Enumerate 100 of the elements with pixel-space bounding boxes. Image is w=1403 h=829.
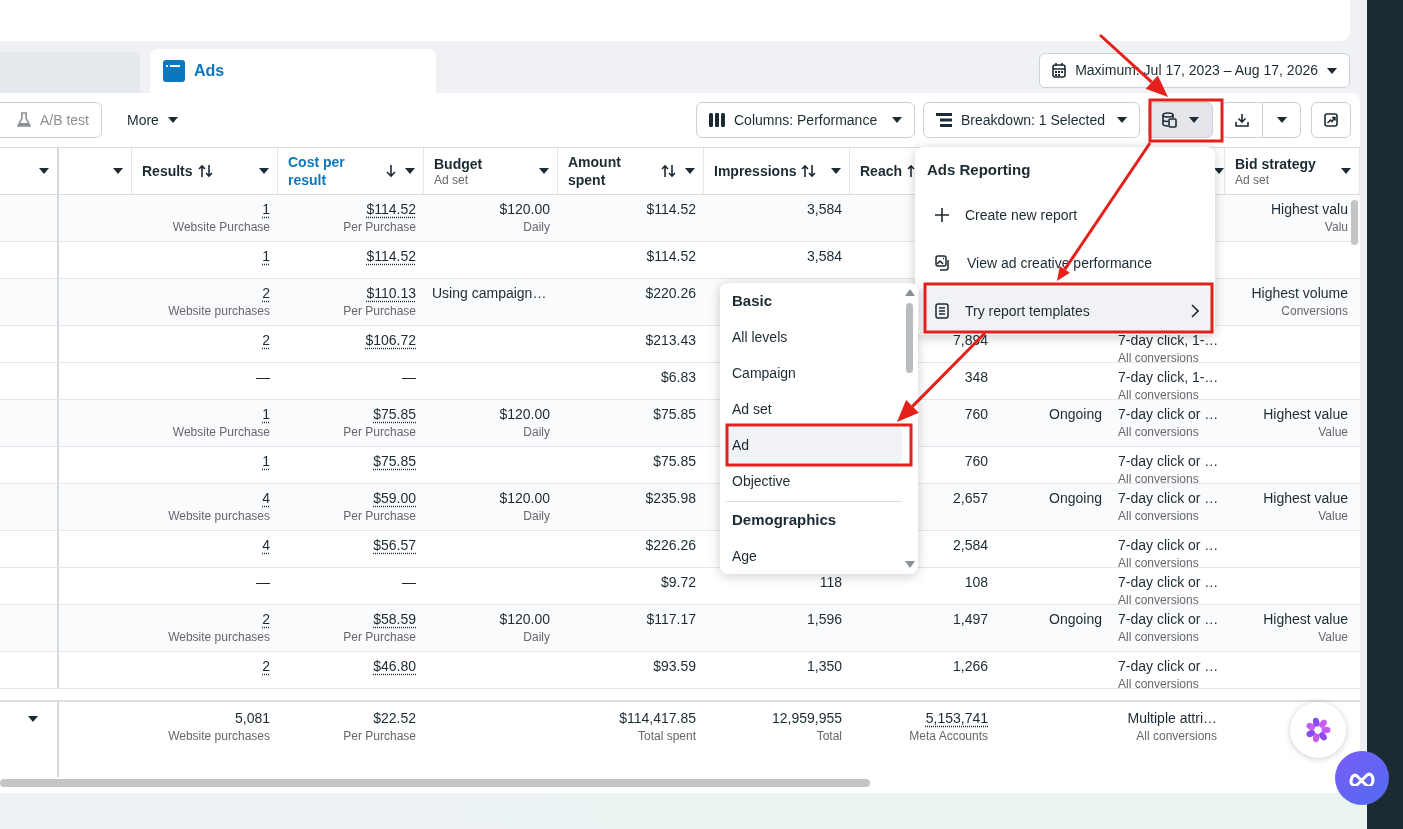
cell-value: $58.59 — [373, 610, 416, 629]
cell-value: 2 — [262, 331, 270, 350]
cell-label: Value — [1317, 425, 1348, 440]
cell-label: Website purchases — [167, 304, 270, 319]
cell-value: $114.52 — [366, 200, 416, 219]
cell-label: All conversions — [1118, 425, 1200, 440]
cell-label: All conversions — [1118, 630, 1200, 645]
total-label: Meta Accounts — [908, 729, 988, 744]
breakdown-button[interactable]: Breakdown: 1 Selected — [923, 102, 1140, 138]
column-header[interactable]: Budget — [434, 155, 483, 173]
total-label: Total spent — [636, 729, 696, 744]
cell-value: $114.52 — [646, 200, 696, 219]
ads-tab[interactable]: Ads — [150, 49, 436, 93]
cell-label: All conversions — [1118, 593, 1200, 604]
cell-value: 4 — [262, 489, 270, 508]
cell-value: $120.00 — [499, 200, 550, 219]
cell-label: Valu — [1323, 220, 1348, 235]
cell-value: 1,266 — [952, 657, 988, 676]
cell-value: $235.98 — [645, 489, 696, 508]
menu-item[interactable]: All levels — [726, 319, 902, 355]
cell-label: Daily — [522, 220, 550, 235]
cell-value: $75.85 — [373, 452, 416, 471]
total-value: Multiple attri… — [1127, 709, 1217, 728]
cell-value: 7-day click, 1-… — [1118, 368, 1219, 387]
cell-value: $120.00 — [499, 489, 550, 508]
cell-value: $226.26 — [645, 536, 696, 555]
column-header[interactable]: Results — [142, 162, 193, 180]
cell-value: $120.00 — [499, 610, 550, 629]
menu-item[interactable]: Campaign — [726, 355, 902, 391]
cell-value: 7-day click or … — [1118, 610, 1219, 629]
cell-value: 7-day click or … — [1118, 452, 1219, 471]
cell-value: 3,584 — [806, 247, 842, 266]
menu-item[interactable]: Age — [726, 538, 902, 574]
cell-value: 2 — [262, 610, 270, 629]
cell-value: 348 — [964, 368, 988, 387]
cell-label: Per Purchase — [342, 509, 416, 524]
column-header[interactable]: Reach — [860, 162, 903, 180]
cell-value: 7-day click or … — [1118, 573, 1219, 592]
total-value: 5,081 — [234, 709, 270, 728]
cell-value: Highest value — [1263, 405, 1348, 424]
date-range-button[interactable]: Maximum: Jul 17, 2023 – Aug 17, 2026 — [1039, 53, 1350, 88]
cell-value: $110.13 — [366, 284, 416, 303]
total-label: Per Purchase — [342, 729, 416, 744]
cell-value: 2,584 — [952, 536, 988, 555]
menu-item[interactable]: View ad creative performance — [919, 239, 1211, 287]
cell-label: Conversions — [1280, 304, 1348, 319]
menu-item[interactable]: Objective — [726, 463, 902, 499]
cell-value: 1,350 — [806, 657, 842, 676]
total-value: $114,417.85 — [619, 709, 696, 728]
column-header[interactable]: Impressions — [714, 162, 797, 180]
cell-label: Daily — [522, 509, 550, 524]
cell-value: Highest value — [1263, 489, 1348, 508]
cell-value: $75.85 — [373, 405, 416, 424]
cell-value: $9.72 — [660, 573, 696, 592]
cell-value: 760 — [964, 405, 988, 424]
menu-item[interactable]: Try report templates — [919, 287, 1211, 335]
cell-label: Per Purchase — [342, 304, 416, 319]
cell-value: $114.52 — [366, 247, 416, 266]
column-subtitle: Ad set — [1235, 173, 1271, 187]
cell-value: $75.85 — [653, 405, 696, 424]
column-header[interactable]: Amount spent — [568, 153, 656, 189]
menu-item[interactable]: Ad set — [726, 391, 902, 427]
cell-value: $75.85 — [653, 452, 696, 471]
cell-value: $6.83 — [660, 368, 696, 387]
cell-label: All conversions — [1118, 351, 1200, 362]
total-value: 12,959,955 — [771, 709, 842, 728]
cell-label: Value — [1317, 630, 1348, 645]
cell-value: $120.00 — [499, 405, 550, 424]
cell-value: $106.72 — [365, 331, 416, 350]
column-header[interactable]: Cost per result — [288, 153, 376, 189]
menu-item[interactable]: Create new report — [919, 191, 1211, 239]
column-header[interactable]: Bid strategy — [1235, 155, 1316, 173]
cell-value: $93.59 — [653, 657, 696, 676]
cell-value: 1 — [262, 247, 270, 266]
cell-value: 108 — [964, 573, 988, 592]
cell-value: 2 — [262, 284, 270, 303]
cell-label: All conversions — [1118, 556, 1200, 567]
cell-value: 1,596 — [806, 610, 842, 629]
cell-value: $117.17 — [646, 610, 696, 629]
cell-value: Ongoing — [1049, 610, 1102, 629]
cell-label: Website Purchase — [171, 425, 270, 440]
cell-label: Daily — [522, 425, 550, 440]
cell-value: 760 — [964, 452, 988, 471]
cell-value: $114.52 — [646, 247, 696, 266]
cell-value: 1 — [262, 200, 270, 219]
cell-label: All conversions — [1118, 677, 1200, 688]
columns-button[interactable]: Columns: Performance — [696, 102, 915, 138]
cell-label: All conversions — [1118, 509, 1200, 524]
cell-label: Website purchases — [167, 509, 270, 524]
menu-item[interactable]: Ad — [726, 427, 902, 463]
cell-value: 4 — [262, 536, 270, 555]
cell-value: 7-day click or … — [1118, 536, 1219, 555]
cell-value: — — [402, 573, 416, 592]
total-value: $22.52 — [373, 709, 416, 728]
cell-value: Ongoing — [1049, 405, 1102, 424]
cell-label: Per Purchase — [342, 425, 416, 440]
cell-value: 7-day click or … — [1118, 657, 1219, 676]
cell-value: $59.00 — [373, 489, 416, 508]
total-value: 5,153,741 — [925, 709, 988, 728]
cell-label: Value — [1317, 509, 1348, 524]
